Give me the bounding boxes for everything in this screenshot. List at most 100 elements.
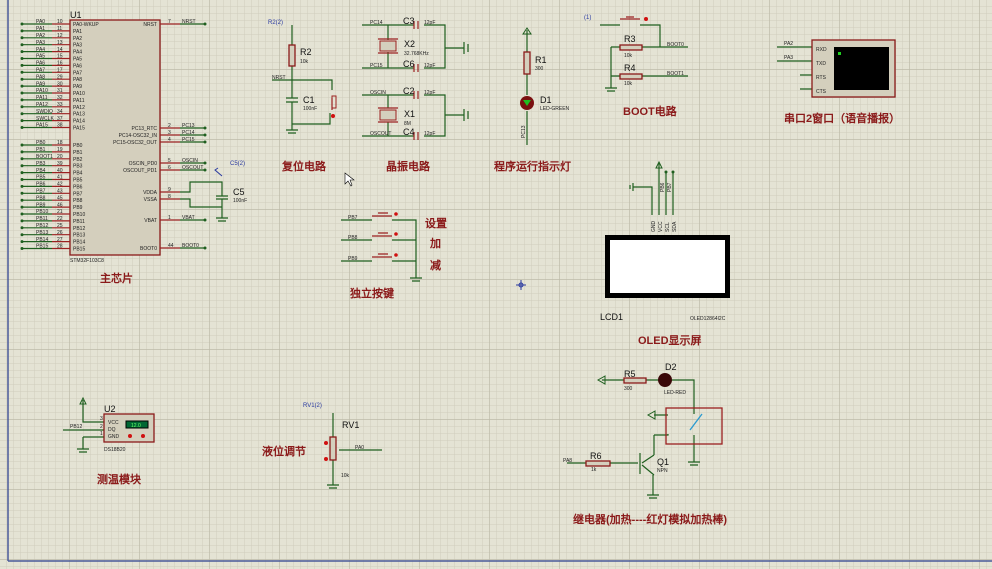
component-label: PA0 [355, 445, 364, 451]
net-terminal[interactable] [203, 126, 207, 130]
component-label: 12pF [424, 90, 435, 96]
net-terminal[interactable] [20, 57, 24, 60]
net-terminal[interactable] [20, 212, 24, 216]
net-terminal[interactable] [20, 50, 24, 54]
pin-number: 26 [57, 230, 63, 236]
net-terminal[interactable] [20, 247, 24, 250]
pin-number: 42 [57, 182, 63, 188]
net-terminal[interactable] [203, 218, 207, 222]
net-terminal[interactable] [20, 91, 24, 95]
net-terminal[interactable] [20, 157, 24, 161]
net-label: PB3 [36, 161, 46, 167]
component-label: LED-RED [664, 390, 686, 396]
pin-name: PA2 [73, 36, 82, 42]
component-label: C5 [233, 187, 245, 197]
component-label: PB7 [348, 215, 358, 221]
component-label: X1 [404, 109, 415, 119]
net-terminal[interactable] [20, 178, 24, 181]
pin-number: 28 [57, 244, 63, 250]
pin-number: 33 [57, 102, 63, 108]
component-label: R1 [535, 55, 547, 65]
net-terminal[interactable] [20, 143, 24, 147]
pin-number: 39 [57, 161, 63, 167]
pin-number: 16 [57, 61, 63, 67]
net-terminal[interactable] [20, 112, 24, 116]
net-terminal[interactable] [20, 43, 24, 47]
net-terminal[interactable] [20, 205, 24, 209]
net-label: BOOT1 [36, 154, 53, 160]
net-label: PA4 [36, 47, 45, 53]
net-label: PA15 [36, 123, 48, 129]
pin-name: PB7 [73, 191, 83, 197]
net-label: PA7 [36, 68, 45, 74]
net-terminal[interactable] [20, 22, 24, 26]
net-label: NRST [182, 19, 196, 25]
net-terminal[interactable] [20, 70, 24, 74]
net-label: SWCLK [36, 116, 54, 122]
component-label: 1k [591, 467, 597, 473]
net-terminal[interactable] [20, 105, 24, 109]
net-terminal[interactable] [203, 22, 207, 26]
pin-number: 29 [57, 74, 63, 80]
pin-number: 20 [57, 154, 63, 160]
net-terminal[interactable] [203, 246, 207, 250]
component-label: C2 [403, 86, 415, 96]
net-terminal[interactable] [20, 119, 24, 123]
net-label: OSCOUT [182, 165, 203, 171]
net-label: PB14 [36, 237, 48, 243]
component-label: LCD1 [600, 312, 623, 322]
pin-name: PC14-OSC32_IN [119, 133, 158, 139]
net-label: PA11 [36, 95, 48, 101]
component-label: VCC [108, 420, 119, 426]
pin-number: 41 [57, 175, 63, 181]
net-terminal[interactable] [203, 168, 207, 172]
pin-number: 30 [57, 81, 63, 87]
net-terminal[interactable] [20, 226, 24, 230]
net-label: SWDIO [36, 109, 53, 115]
component-label: 减 [430, 258, 441, 272]
net-terminal[interactable] [20, 198, 24, 202]
pin-number: 46 [57, 202, 63, 208]
net-terminal[interactable] [20, 164, 24, 168]
net-terminal[interactable] [203, 140, 207, 144]
net-terminal[interactable] [20, 29, 24, 33]
pin-number: 10 [57, 19, 63, 25]
pin-number: 11 [57, 26, 62, 32]
net-terminal[interactable] [20, 126, 24, 129]
net-label: PA9 [36, 81, 45, 87]
component-label: GND [108, 434, 120, 440]
pin-name: PA5 [73, 57, 82, 63]
net-label: PB6 [36, 182, 46, 188]
component-label: PA2 [784, 41, 793, 47]
pin-number: 4 [168, 137, 171, 143]
net-terminal[interactable] [20, 219, 24, 223]
net-terminal[interactable] [20, 98, 24, 102]
net-terminal[interactable] [20, 150, 24, 154]
pin-number: 31 [57, 88, 63, 94]
net-terminal[interactable] [20, 63, 24, 67]
net-terminal[interactable] [20, 77, 24, 81]
net-terminal[interactable] [203, 161, 207, 165]
net-terminal[interactable] [20, 36, 24, 40]
pin-name: PA8 [73, 77, 82, 83]
pin-name: PB14 [73, 240, 85, 246]
net-terminal[interactable] [20, 240, 24, 244]
component-label: PC15 [370, 63, 383, 69]
net-label: PA5 [36, 54, 45, 60]
schematic-canvas[interactable]: U1 STM32F103C8 PA0 10 PA0-WKUPPA1 11 PA1PA2 1… [0, 0, 992, 569]
component-label: PA3 [784, 55, 793, 61]
net-terminal[interactable] [20, 171, 24, 175]
net-label: PB0 [36, 140, 46, 146]
net-terminal[interactable] [203, 133, 207, 137]
component-label: 10k [624, 81, 633, 87]
pin-number: 34 [57, 109, 63, 115]
net-label: OSCIN [182, 158, 198, 164]
pin-number: 37 [57, 116, 63, 122]
pin-number: 32 [57, 95, 63, 101]
net-terminal[interactable] [20, 233, 24, 237]
net-terminal[interactable] [20, 191, 24, 195]
component-label: R3 [624, 34, 636, 44]
pin-number: 18 [57, 140, 63, 146]
net-terminal[interactable] [20, 84, 24, 88]
net-terminal[interactable] [20, 184, 24, 188]
